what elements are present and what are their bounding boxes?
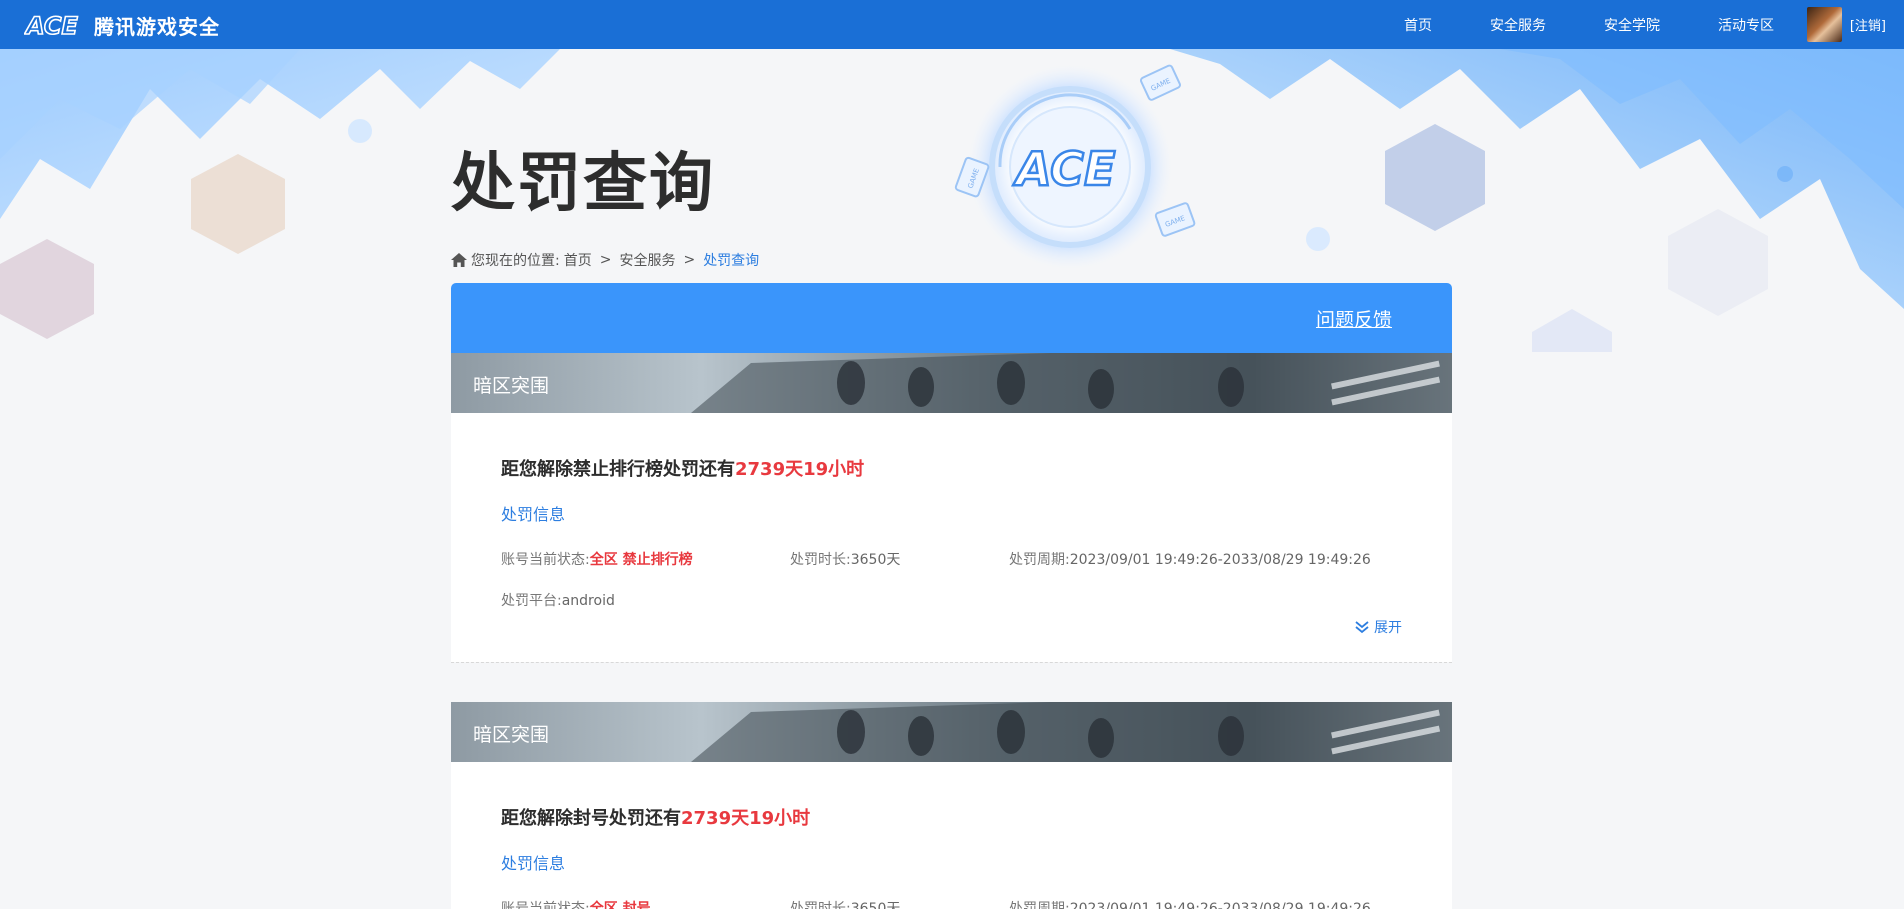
feedback-link[interactable]: 问题反馈 [1316,305,1392,332]
svg-text:ACE: ACE [24,12,78,39]
expand-button[interactable]: 展开 [1354,617,1402,637]
field-label: 账号当前状态: [501,901,590,909]
main-nav: 首页 安全服务 安全学院 活动专区 [1404,0,1774,49]
account-status-field: 账号当前状态:全区 封号 [501,898,651,909]
account-status-value: 全区 封号 [589,901,651,909]
penalty-period-field: 处罚周期:2023/09/01 19:49:26-2033/08/29 19:4… [1009,549,1371,569]
ace-logo-icon: ACE [24,11,79,39]
penalty-platform-field: 处罚平台:android [501,590,615,610]
field-label: 处罚周期: [1009,901,1070,909]
game-name: 暗区突围 [473,375,550,397]
field-label: 处罚平台: [501,593,562,609]
field-label: 处罚周期: [1009,552,1070,568]
double-chevron-down-icon [1355,621,1369,634]
page-title: 处罚查询 [451,147,715,221]
penalty-duration-field: 处罚时长:3650天 [790,898,900,909]
breadcrumb-security-service[interactable]: 安全服务 [619,250,675,270]
breadcrumb-separator: > [599,252,612,268]
penalty-card: 距您解除封号处罚还有2739天19小时 处罚信息 账号当前状态:全区 封号 处罚… [451,762,1452,909]
top-nav-bar: ACE 腾讯游戏安全 首页 安全服务 安全学院 活动专区 [注销] [0,0,1904,49]
game-header-bar: 暗区突围 [451,353,1452,413]
penalty-headline-text: 距您解除禁止排行榜处罚还有 [501,459,735,480]
penalty-period-field: 处罚周期:2023/09/01 19:49:26-2033/08/29 19:4… [1009,898,1371,909]
expand-label: 展开 [1374,620,1402,636]
penalty-period-value: 2023/09/01 19:49:26-2033/08/29 19:49:26 [1069,552,1371,568]
account-status-value: 全区 禁止排行榜 [589,552,693,568]
remaining-time: 2739天19小时 [735,459,865,480]
game-header-bar: 暗区突围 [451,702,1452,762]
penalty-info-link[interactable]: 处罚信息 [501,850,565,874]
penalty-info-link[interactable]: 处罚信息 [501,501,565,525]
game-header-art [691,702,1452,762]
breadcrumb: 您现在的位置: 首页 > 安全服务 > 处罚查询 [451,250,759,270]
home-icon [451,253,467,267]
card-divider [451,662,1452,663]
breadcrumb-current: 处罚查询 [703,253,760,269]
penalty-duration-value: 3650天 [850,901,901,909]
nav-item-security-academy[interactable]: 安全学院 [1604,15,1660,35]
account-status-field: 账号当前状态:全区 禁止排行榜 [501,549,693,569]
penalty-duration-value: 3650天 [850,552,901,568]
breadcrumb-separator: > [683,252,696,268]
field-label: 处罚时长: [790,552,851,568]
nav-item-home[interactable]: 首页 [1404,15,1432,35]
brand-name: 腾讯游戏安全 [94,14,220,39]
remaining-time: 2739天19小时 [681,808,811,829]
penalty-headline-text: 距您解除封号处罚还有 [501,808,681,829]
user-area: [注销] [1806,7,1886,42]
field-label: 处罚时长: [790,901,851,909]
logout-link[interactable]: [注销] [1850,15,1886,34]
nav-item-events[interactable]: 活动专区 [1718,15,1774,35]
penalty-period-value: 2023/09/01 19:49:26-2033/08/29 19:49:26 [1069,901,1371,909]
avatar[interactable] [1806,7,1842,42]
panel-header: 问题反馈 [451,283,1452,353]
nav-item-security-service[interactable]: 安全服务 [1490,15,1546,35]
field-label: 账号当前状态: [501,552,590,568]
breadcrumb-prefix: 您现在的位置: [471,253,560,269]
svg-text:ACE: ACE [1013,142,1115,196]
game-header-art [691,353,1452,413]
breadcrumb-home[interactable]: 首页 [564,250,592,270]
penalty-headline: 距您解除禁止排行榜处罚还有2739天19小时 [501,455,864,481]
brand[interactable]: ACE 腾讯游戏安全 [24,10,220,40]
penalty-platform-value: android [561,593,615,609]
penalty-headline: 距您解除封号处罚还有2739天19小时 [501,804,810,830]
game-name: 暗区突围 [473,724,550,746]
penalty-card: 距您解除禁止排行榜处罚还有2739天19小时 处罚信息 账号当前状态:全区 禁止… [451,413,1452,662]
penalty-duration-field: 处罚时长:3650天 [790,549,900,569]
